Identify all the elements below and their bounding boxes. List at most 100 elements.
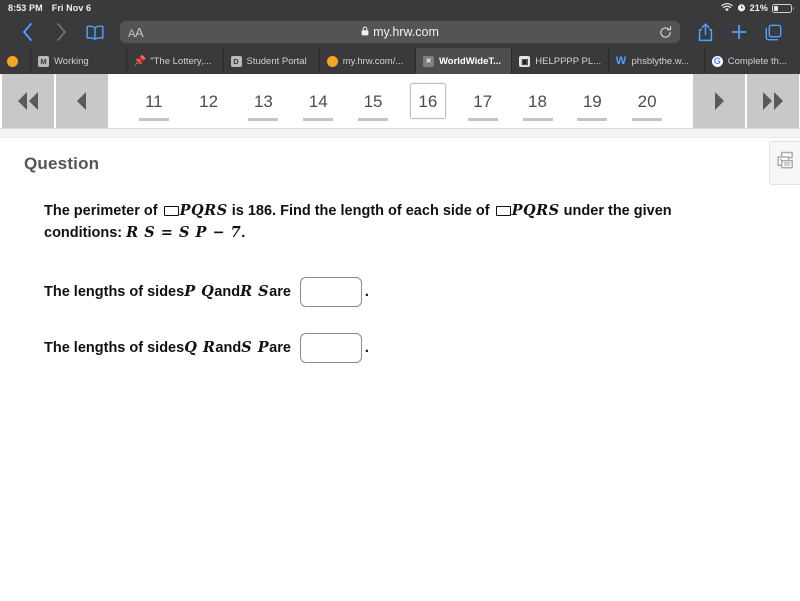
- wifi-icon: [720, 2, 733, 14]
- answer-2-tail: are: [269, 339, 291, 356]
- answer-1-mid: and: [214, 283, 241, 300]
- page-number-label: 17: [473, 91, 493, 111]
- page-number-18[interactable]: 18: [520, 83, 556, 119]
- dot-orange-favicon-icon: [326, 55, 338, 67]
- prompt-part-2: is 186. Find the length of each side of: [227, 203, 494, 219]
- tab-label: phsblythe.w...: [631, 55, 690, 67]
- letter-w-favicon-icon: W: [615, 55, 627, 67]
- next-page-button[interactable]: [693, 74, 745, 128]
- answer-2-var-2: S P: [241, 339, 270, 357]
- page-number-label: 18: [528, 91, 547, 111]
- previous-page-button[interactable]: [56, 74, 108, 128]
- page-number-label: 12: [199, 91, 219, 111]
- prompt-part-4: .: [241, 225, 246, 242]
- page-number-20[interactable]: 20: [629, 83, 665, 119]
- answer-1-var-1: P Q: [184, 283, 215, 301]
- status-bar-left: 8:53 PM Fri Nov 6: [8, 3, 91, 13]
- google-g-favicon-icon: G: [711, 55, 723, 67]
- browser-tab[interactable]: ▣ HELPPPP PL...: [511, 48, 607, 74]
- reload-button[interactable]: [659, 25, 672, 39]
- page-number-label: 13: [253, 91, 273, 111]
- letter-m-favicon-icon: M: [38, 55, 49, 67]
- lock-icon: [361, 23, 369, 41]
- text-size-button[interactable]: AA: [128, 25, 144, 40]
- tab-label: WorldWideT...: [439, 55, 502, 67]
- pagination-bar: 11 12 13 14 15 16 17 18 19 20: [0, 74, 800, 129]
- last-page-button[interactable]: [747, 74, 799, 128]
- question-content-area: Question The perimeter of PQRS is 186. F…: [0, 129, 800, 601]
- status-bar-right: 21%: [720, 2, 794, 14]
- page-number-11[interactable]: 11: [136, 83, 172, 119]
- answer-input-2[interactable]: [299, 332, 362, 363]
- dark-square-favicon-icon: ▣: [519, 55, 531, 67]
- status-time: 8:53 PM: [8, 3, 43, 13]
- page-number-list: 11 12 13 14 15 16 17 18 19 20: [109, 74, 692, 128]
- browser-tab[interactable]: G Complete th...: [703, 48, 800, 74]
- page-number-label: 11: [144, 91, 163, 111]
- prompt-condition: R S = S P − 7: [126, 224, 242, 242]
- prompt-shape-1: PQRS: [179, 202, 228, 219]
- tab-label: Student Portal: [246, 55, 307, 67]
- prompt-shape-2: PQRS: [511, 202, 560, 219]
- page-number-14[interactable]: 14: [300, 83, 336, 119]
- question-body: The perimeter of PQRS is 186. Find the l…: [0, 174, 774, 363]
- pushpin-favicon-icon: 📌: [133, 55, 146, 67]
- tab-label: Working: [54, 55, 89, 67]
- browser-tab-bar: M Working 📌 "The Lottery,... D Student P…: [0, 48, 800, 74]
- tab-label: my.hrw.com/...: [342, 55, 404, 67]
- browser-tab[interactable]: [0, 48, 30, 74]
- browser-tab[interactable]: W phsblythe.w...: [607, 48, 704, 74]
- answer-1-tail: are: [269, 283, 291, 300]
- parallelogram-icon: [495, 206, 511, 216]
- content-top-band: [0, 129, 800, 138]
- tabs-overview-button[interactable]: [756, 18, 790, 46]
- forward-button[interactable]: [44, 18, 78, 46]
- answer-1-period: .: [364, 283, 369, 300]
- answer-row-2: The lengths of sides Q R and S P are .: [44, 332, 734, 363]
- answer-1-var-2: R S: [240, 283, 270, 301]
- tab-label: Complete th...: [727, 55, 787, 67]
- tab-label: HELPPPP PL...: [535, 55, 601, 67]
- page-number-label: 15: [363, 91, 383, 111]
- share-button[interactable]: [688, 18, 722, 46]
- browser-tab[interactable]: 📌 "The Lottery,...: [126, 48, 222, 74]
- answer-1-lead: The lengths of sides: [44, 283, 185, 300]
- browser-tab-active[interactable]: ✕ WorldWideT...: [415, 48, 512, 74]
- answer-2-lead: The lengths of sides: [44, 339, 185, 356]
- page-number-13[interactable]: 13: [245, 83, 281, 119]
- alarm-clock-icon: [737, 3, 746, 14]
- url-text: my.hrw.com: [373, 25, 439, 39]
- page-number-label: 14: [308, 91, 328, 111]
- answer-input-1[interactable]: [299, 276, 362, 307]
- page-number-15[interactable]: 15: [355, 83, 391, 119]
- page-number-12[interactable]: 12: [191, 83, 227, 119]
- page-number-label: 16: [418, 91, 438, 111]
- question-prompt: The perimeter of PQRS is 186. Find the l…: [44, 200, 734, 245]
- answer-2-mid: and: [215, 339, 242, 356]
- back-button[interactable]: [10, 18, 44, 46]
- new-tab-button[interactable]: [722, 18, 756, 46]
- page-number-16-current[interactable]: 16: [409, 83, 446, 119]
- address-bar[interactable]: AA my.hrw.com: [120, 21, 680, 43]
- dot-orange-favicon-icon: [7, 55, 18, 67]
- prompt-part-1: The perimeter of: [44, 203, 162, 219]
- browser-tab[interactable]: M Working: [30, 48, 126, 74]
- page-title: Question: [24, 154, 100, 173]
- parallelogram-icon: [163, 206, 179, 216]
- tab-label: "The Lottery,...: [150, 55, 212, 67]
- browser-tab[interactable]: my.hrw.com/...: [318, 48, 415, 74]
- browser-tab[interactable]: D Student Portal: [222, 48, 319, 74]
- first-page-button[interactable]: [2, 74, 54, 128]
- answer-row-1: The lengths of sides P Q and R S are .: [44, 276, 734, 307]
- bookmarks-button[interactable]: [78, 18, 112, 46]
- status-date: Fri Nov 6: [51, 3, 92, 13]
- answer-2-var-1: Q R: [184, 339, 216, 357]
- page-number-label: 19: [582, 91, 602, 111]
- browser-toolbar: AA my.hrw.com: [0, 16, 800, 48]
- address-bar-center: my.hrw.com: [120, 23, 680, 41]
- box-x-favicon-icon: ✕: [423, 55, 434, 67]
- ios-status-bar: 8:53 PM Fri Nov 6 21%: [0, 0, 800, 16]
- page-number-19[interactable]: 19: [574, 83, 610, 119]
- print-button[interactable]: [769, 141, 800, 185]
- page-number-17[interactable]: 17: [465, 83, 501, 119]
